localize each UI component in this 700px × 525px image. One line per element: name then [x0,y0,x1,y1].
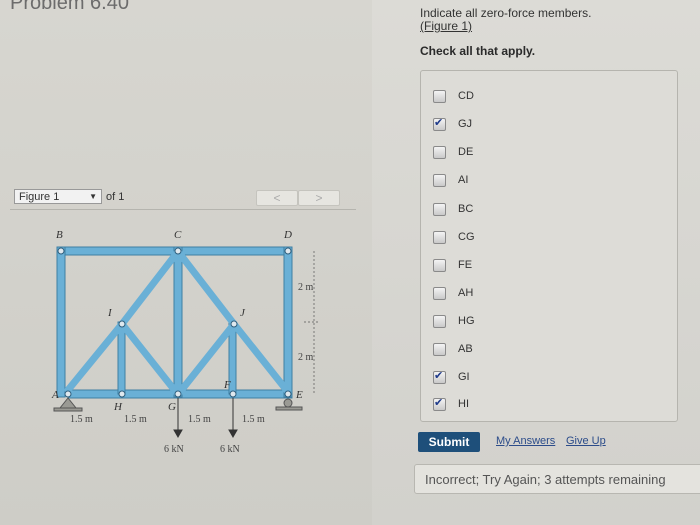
choice-label: FE [458,259,473,271]
my-answers-link[interactable]: My Answers [496,435,555,447]
choice-ai[interactable]: AI [433,172,468,188]
feedback-message: Incorrect; Try Again; 3 attempts remaini… [414,464,700,494]
dim-height-bottom: 2 m [298,352,314,363]
choice-bc[interactable]: BC [433,201,473,217]
node-label-e: E [295,389,303,401]
checkbox[interactable] [433,173,446,187]
pin-e [284,390,292,398]
pin-b [57,247,65,255]
figure-select-value: Figure 1 [19,190,60,203]
choice-label: CD [458,90,474,102]
checkbox[interactable] [433,314,446,328]
member-ic [118,250,180,328]
checkbox[interactable] [433,145,446,159]
pin-support-a [58,397,78,409]
checkbox[interactable] [433,116,446,131]
checkbox[interactable] [433,202,446,216]
dim-height-top: 2 m [298,282,314,293]
dim-span-3: 1.5 m [188,414,211,425]
check-instruction: Check all that apply. [420,44,536,58]
choice-label: HI [458,398,469,410]
checkbox[interactable] [433,342,446,356]
pin-d [284,247,292,255]
dim-span-1: 1.5 m [70,414,93,425]
choices-list: CD GJ DE AI BC CG FE AH HG AB GI HI [420,70,678,422]
chevron-down-icon: ▼ [89,192,97,201]
member-de [283,246,293,398]
node-label-a: A [51,389,59,401]
choice-cd[interactable]: CD [433,88,474,104]
node-label-f: F [223,379,231,391]
figure-toolbar: Figure 1 ▼ of 1 < > [10,189,356,210]
choice-label: GJ [458,118,473,130]
choice-label: CG [458,231,475,243]
member-ab [56,246,66,398]
dim-span-4: 1.5 m [242,414,265,425]
figure-count: of 1 [106,191,125,203]
member-ig [118,320,180,396]
choice-cg[interactable]: CG [433,229,475,245]
checkbox[interactable] [433,89,446,103]
choice-de[interactable]: DE [433,144,473,160]
member-cg [173,246,183,398]
member-je [230,320,292,396]
choice-hg[interactable]: HG [433,313,475,329]
node-label-b: B [56,229,63,241]
choice-label: AH [458,287,474,299]
choice-ab[interactable]: AB [433,341,473,357]
member-cj [176,250,238,328]
member-ai [64,320,126,394]
node-label-h: H [113,401,123,413]
dim-span-2: 1.5 m [124,414,147,425]
checkbox[interactable] [433,369,446,384]
choice-label: DE [458,146,474,158]
checkbox[interactable] [433,230,446,244]
pin-a [64,390,72,398]
node-label-j: J [240,307,246,319]
pin-g [174,390,182,398]
pin-c [174,247,182,255]
roller-e [283,398,293,408]
question-prompt: Indicate all zero-force members. [420,6,592,20]
pin-h [118,390,126,398]
submit-button[interactable]: Submit [418,432,480,452]
choice-label: BC [458,203,474,215]
figure-select[interactable]: Figure 1 ▼ [14,189,102,204]
choice-ah[interactable]: AH [433,285,473,301]
choice-label: HG [458,315,475,327]
pin-f [229,390,237,398]
choice-gi[interactable]: GI [433,369,470,385]
truss-members [56,246,293,399]
figure-link[interactable]: (Figure 1) [420,19,472,33]
pin-j [230,320,238,328]
choice-gj[interactable]: GJ [433,116,472,132]
ground-a [53,407,83,412]
choice-label: GI [458,371,470,383]
load-label-1: 6 kN [164,444,184,455]
give-up-link[interactable]: Give Up [566,435,606,447]
checkbox[interactable] [433,258,446,272]
load-label-2: 6 kN [220,444,240,455]
node-label-i: I [107,307,113,319]
pin-i [118,320,126,328]
prev-figure-button[interactable]: < [256,190,298,206]
problem-title: Problem 6.40 [10,0,129,14]
node-label-d: D [283,229,292,241]
choice-label: AI [458,174,469,186]
arrowhead-f [228,429,238,439]
node-label-c: C [174,229,182,241]
arrowhead-g [173,429,183,439]
dimension-lines [304,251,320,394]
choice-label: AB [458,343,473,355]
node-label-g: G [168,401,176,413]
choice-hi[interactable]: HI [433,396,469,412]
next-figure-button[interactable]: > [298,190,340,206]
ground-e [275,406,303,411]
checkbox[interactable] [433,396,446,411]
truss-diagram: B C D I J A H G F E 2 m 2 m 1.5 m 1.5 m … [51,229,320,455]
checkbox[interactable] [433,286,446,300]
choice-fe[interactable]: FE [433,257,472,273]
